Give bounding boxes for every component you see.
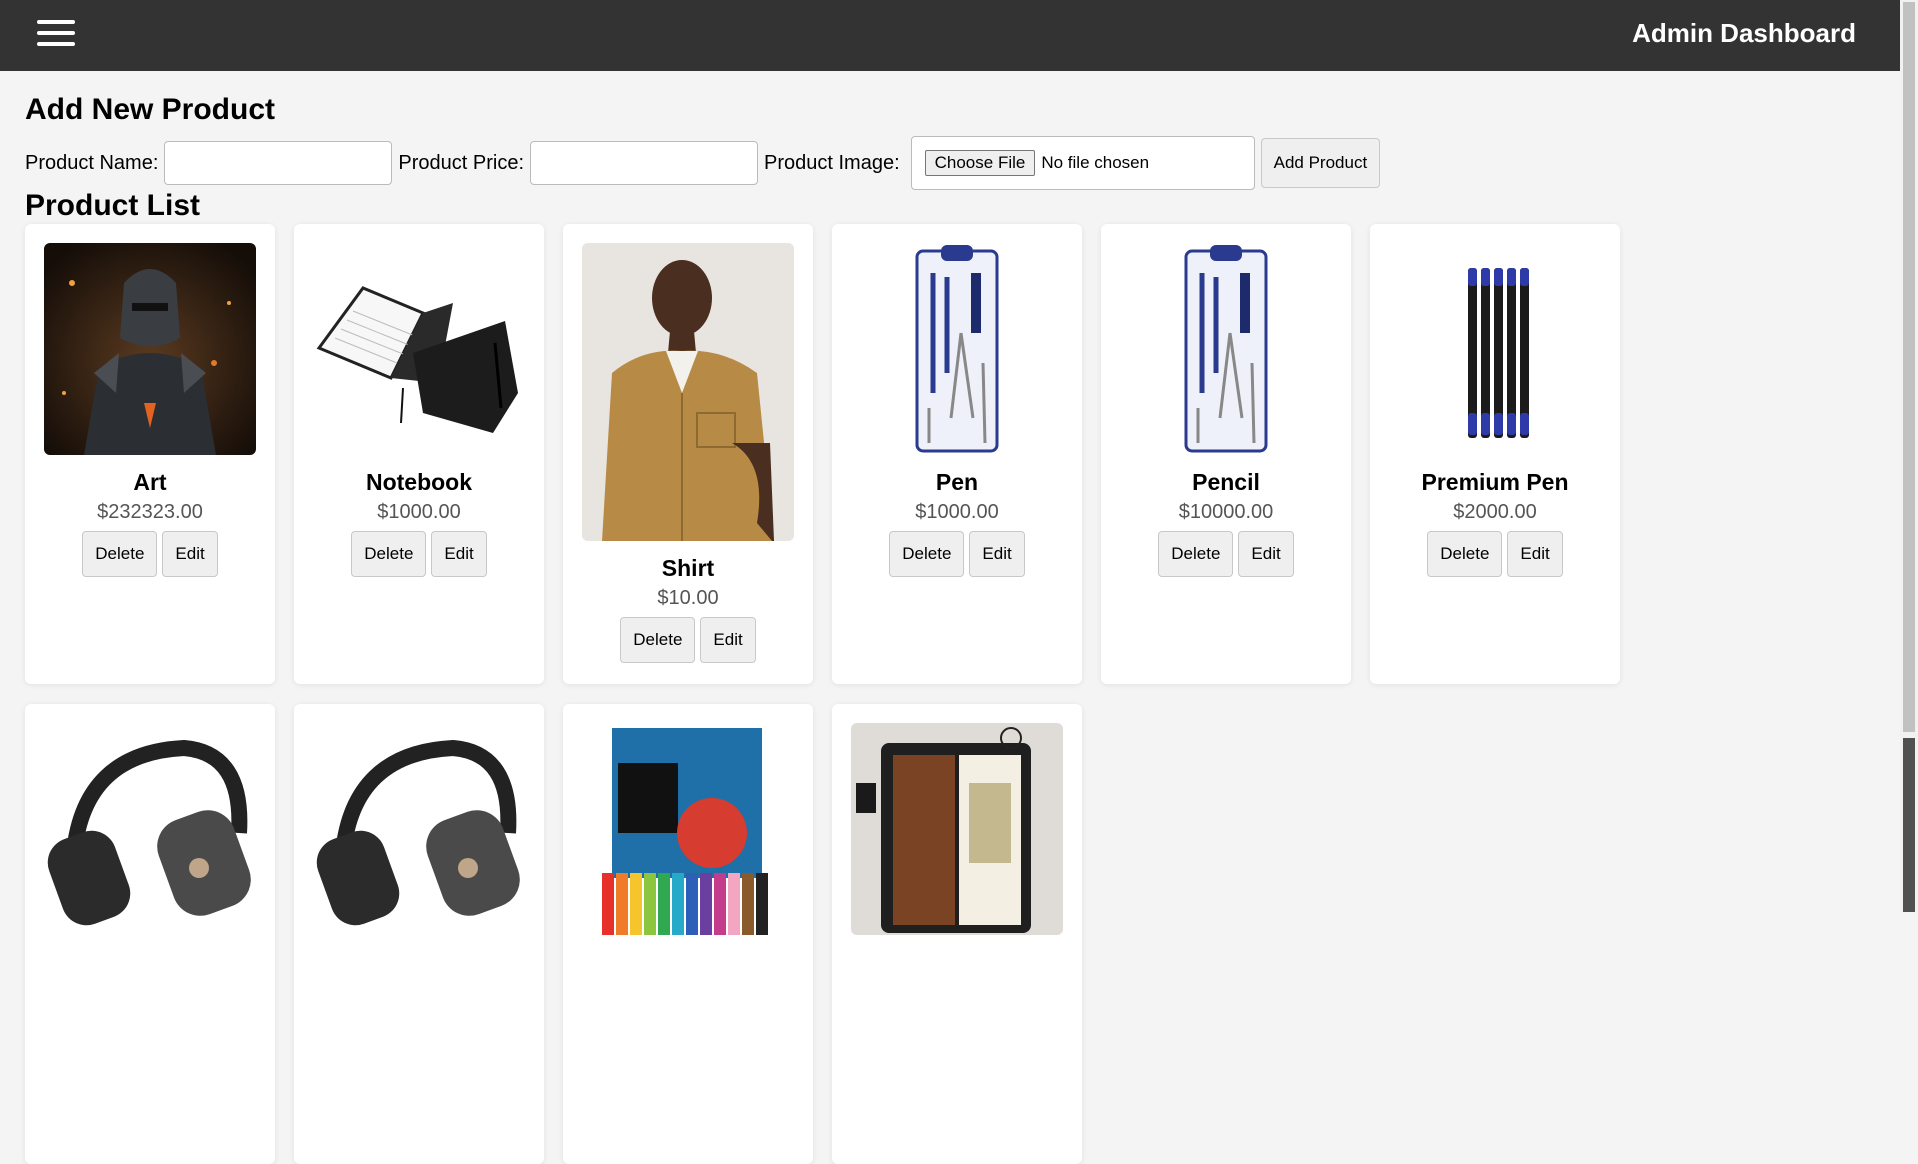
product-card: Pencil $10000.00 Delete Edit bbox=[1101, 224, 1351, 684]
product-image bbox=[1389, 243, 1601, 455]
edit-button[interactable]: Edit bbox=[1507, 531, 1563, 577]
add-product-heading: Add New Product bbox=[25, 93, 276, 126]
product-price: $1000.00 bbox=[915, 501, 999, 523]
product-price: $10.00 bbox=[657, 587, 719, 609]
product-image bbox=[44, 723, 256, 935]
product-list-heading: Product List bbox=[25, 189, 201, 222]
product-image bbox=[851, 243, 1063, 455]
product-image bbox=[582, 723, 794, 935]
product-card: Pen $1000.00 Delete Edit bbox=[832, 224, 1082, 684]
product-name: Pencil bbox=[1192, 469, 1260, 495]
product-price-label: Product Price: bbox=[398, 151, 524, 174]
add-product-form: Product Name: Product Price: Product Ima… bbox=[25, 136, 1381, 190]
product-name: Art bbox=[133, 469, 167, 495]
product-card bbox=[563, 704, 813, 1164]
delete-button[interactable]: Delete bbox=[1427, 531, 1503, 577]
delete-button[interactable]: Delete bbox=[1158, 531, 1234, 577]
product-name-input[interactable] bbox=[164, 141, 393, 185]
product-image bbox=[851, 723, 1063, 935]
delete-button[interactable]: Delete bbox=[620, 617, 696, 663]
product-card: Notebook $1000.00 Delete Edit bbox=[294, 224, 544, 684]
product-name: Premium Pen bbox=[1421, 469, 1569, 495]
file-status-text: No file chosen bbox=[1041, 153, 1150, 172]
product-price: $1000.00 bbox=[377, 501, 461, 523]
edit-button[interactable]: Edit bbox=[431, 531, 487, 577]
dashboard-title: Admin Dashboard bbox=[1632, 18, 1856, 48]
edit-button[interactable]: Edit bbox=[700, 617, 756, 663]
hamburger-menu-icon[interactable] bbox=[37, 18, 75, 48]
product-card: Art $232323.00 Delete Edit bbox=[25, 224, 275, 684]
add-product-button[interactable]: Add Product bbox=[1260, 138, 1381, 188]
delete-button[interactable]: Delete bbox=[82, 531, 158, 577]
product-card bbox=[294, 704, 544, 1164]
product-image bbox=[44, 243, 256, 455]
delete-button[interactable]: Delete bbox=[889, 531, 965, 577]
delete-button[interactable]: Delete bbox=[351, 531, 427, 577]
scrollbar-thumb[interactable] bbox=[1903, 2, 1915, 732]
product-image-input[interactable]: Choose File No file chosen bbox=[910, 136, 1255, 190]
choose-file-button[interactable]: Choose File bbox=[924, 150, 1036, 176]
edit-button[interactable]: Edit bbox=[1238, 531, 1294, 577]
product-image bbox=[313, 723, 525, 935]
edit-button[interactable]: Edit bbox=[969, 531, 1025, 577]
product-name: Pen bbox=[935, 469, 979, 495]
product-price: $232323.00 bbox=[97, 501, 203, 523]
product-price-input[interactable] bbox=[530, 141, 758, 185]
product-image-label: Product Image: bbox=[764, 151, 900, 174]
edit-button[interactable]: Edit bbox=[162, 531, 218, 577]
product-card bbox=[832, 704, 1082, 1164]
scrollbar-track bbox=[1903, 738, 1915, 912]
product-price: $2000.00 bbox=[1453, 501, 1537, 523]
product-image bbox=[313, 243, 525, 455]
product-image bbox=[1120, 243, 1332, 455]
product-name: Notebook bbox=[365, 469, 473, 495]
product-price: $10000.00 bbox=[1178, 501, 1274, 523]
product-card: Shirt $10.00 Delete Edit bbox=[563, 224, 813, 684]
product-card bbox=[25, 704, 275, 1164]
product-name: Shirt bbox=[661, 555, 715, 581]
product-name-label: Product Name: bbox=[25, 151, 159, 174]
page-scrollbar[interactable] bbox=[1900, 0, 1918, 912]
product-card: Premium Pen $2000.00 Delete Edit bbox=[1370, 224, 1620, 684]
product-image bbox=[582, 243, 794, 541]
top-navbar: Admin Dashboard bbox=[0, 0, 1900, 71]
